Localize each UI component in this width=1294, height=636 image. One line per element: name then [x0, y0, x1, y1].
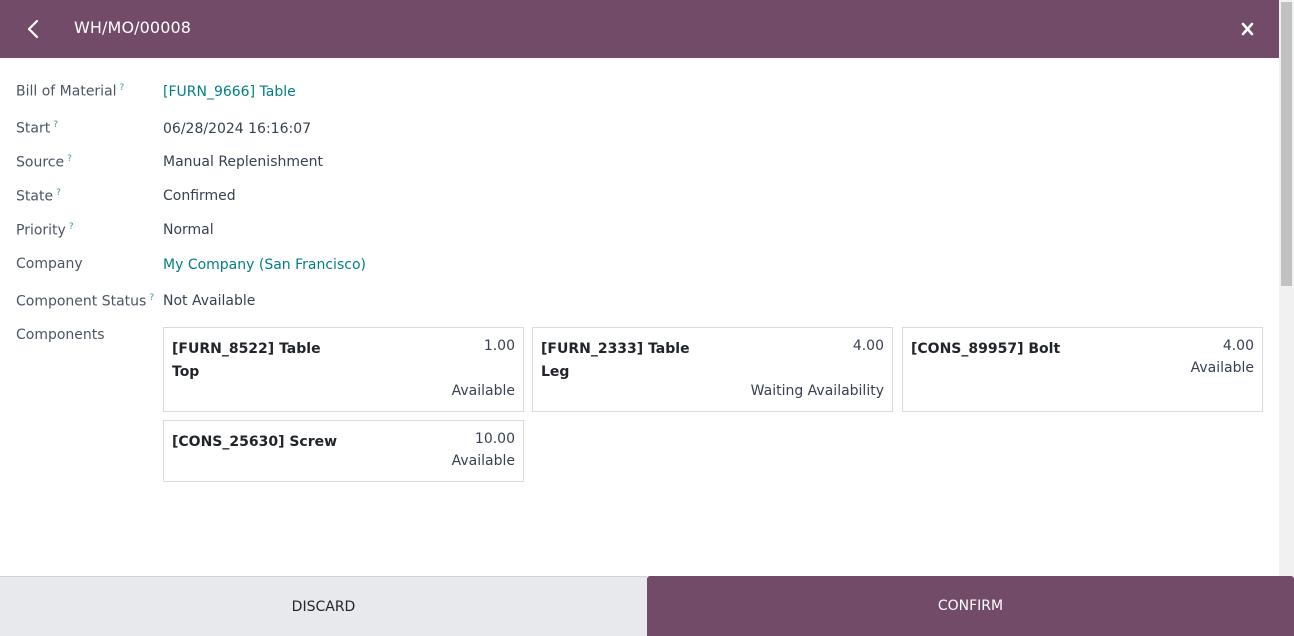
component-availability: Available: [451, 453, 515, 469]
vertical-scrollbar[interactable]: [1279, 0, 1294, 576]
help-tooltip-icon[interactable]: ?: [56, 188, 61, 198]
start-value: 06/28/2024 16:16:07: [163, 121, 312, 137]
component-card[interactable]: [FURN_2333] Table Leg 4.00 Waiting Avail…: [532, 327, 893, 412]
component-name: [CONS_89957] Bolt: [911, 341, 1061, 357]
field-label: Component Status?: [16, 293, 155, 310]
component-card[interactable]: [FURN_8522] Table Top 1.00 Available: [163, 327, 524, 412]
dialog-footer: DISCARD CONFIRM: [0, 576, 1294, 636]
field-label: Start?: [16, 120, 58, 137]
field-label: State?: [16, 188, 61, 205]
field-label: Bill of Material?: [16, 83, 125, 100]
component-card[interactable]: [CONS_89957] Bolt 4.00 Available: [902, 327, 1263, 412]
field-label: Company: [16, 256, 83, 272]
help-tooltip-icon[interactable]: ?: [53, 120, 58, 130]
help-tooltip-icon[interactable]: ?: [67, 154, 72, 164]
component-name: [CONS_25630] Screw: [172, 434, 338, 450]
component-name: [FURN_2333] Table Leg: [541, 341, 690, 380]
component-quantity: 4.00: [1222, 338, 1254, 354]
close-button[interactable]: [1238, 18, 1258, 40]
discard-button[interactable]: DISCARD: [0, 576, 647, 636]
component-availability: Waiting Availability: [750, 383, 884, 399]
scrollbar-thumb[interactable]: [1281, 2, 1292, 286]
component-quantity: 1.00: [483, 338, 515, 354]
state-value: Confirmed: [163, 188, 236, 204]
component-quantity: 4.00: [852, 338, 884, 354]
component-quantity: 10.00: [474, 431, 515, 447]
help-tooltip-icon[interactable]: ?: [120, 83, 125, 93]
chevron-left-icon: [27, 19, 39, 39]
source-value: Manual Replenishment: [163, 154, 323, 170]
back-button[interactable]: [22, 16, 46, 42]
component-availability: Available: [1190, 360, 1254, 376]
close-icon: [1241, 22, 1254, 36]
help-tooltip-icon[interactable]: ?: [149, 293, 154, 303]
component-availability: Available: [451, 383, 515, 399]
help-tooltip-icon[interactable]: ?: [69, 222, 74, 232]
component-card[interactable]: [CONS_25630] Screw 10.00 Available: [163, 420, 524, 482]
priority-value: Normal: [163, 222, 214, 238]
field-label: Priority?: [16, 222, 74, 239]
component-name: [FURN_8522] Table Top: [172, 341, 321, 380]
dialog-title: WH/MO/00008: [74, 18, 192, 37]
field-label: Components: [16, 327, 105, 343]
confirm-button[interactable]: CONFIRM: [647, 576, 1294, 636]
company-link[interactable]: My Company (San Francisco): [163, 257, 366, 273]
dialog-header: WH/MO/00008: [0, 0, 1279, 58]
component-status-value: Not Available: [163, 293, 256, 309]
field-label: Source?: [16, 154, 72, 171]
bill-of-material-link[interactable]: [FURN_9666] Table: [163, 84, 296, 100]
